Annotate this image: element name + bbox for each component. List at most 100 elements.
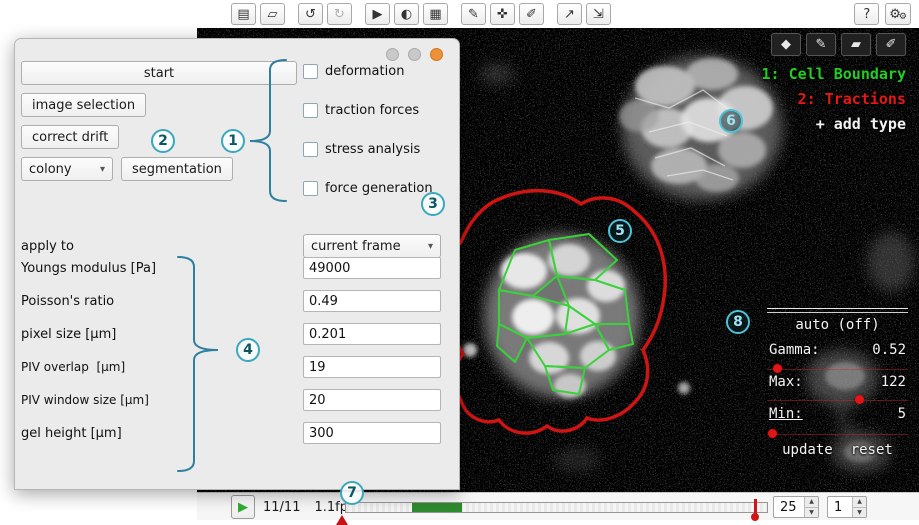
gamma-slider-handle[interactable] [773, 364, 782, 373]
annotation-badge-2: 2 [151, 129, 175, 153]
redo-icon: ↻ [334, 7, 345, 22]
annotation-badge-8: 8 [726, 310, 750, 334]
reset-button[interactable]: reset [851, 442, 893, 458]
contrast-button[interactable]: ◐ [394, 3, 419, 25]
play-icon: ▶ [238, 500, 248, 515]
pencil-square-icon: ✎ [468, 7, 479, 22]
eraser-tool-icon: ▰ [851, 37, 861, 52]
gel-height-label: gel height [µm] [21, 426, 122, 441]
correct-drift-button[interactable]: correct drift [21, 125, 119, 149]
colony-select[interactable]: colony ▾ [21, 157, 113, 181]
type-tractions[interactable]: 2: Tractions [762, 87, 907, 112]
traction-forces-checkbox[interactable] [303, 103, 318, 118]
move-button[interactable]: ✜ [490, 3, 515, 25]
spinner-down-icon[interactable]: ▼ [805, 508, 818, 518]
export-button[interactable]: ↗ [557, 3, 582, 25]
annotate-button[interactable]: ✎ [461, 3, 486, 25]
pencil-tool-button[interactable]: ✎ [806, 33, 836, 56]
piv-window-size-label: PIV window size [µm] [21, 393, 149, 407]
play-icon: ▶ [373, 7, 383, 22]
gear-small-icon: ⚙ [899, 12, 907, 22]
timeline-current-frame-marker[interactable] [336, 515, 348, 525]
annotation-badge-1: 1 [221, 129, 245, 153]
youngs-modulus-label: Youngs modulus [Pa] [21, 261, 156, 276]
main-toolbar: ▤ ▱ ↺ ↻ ▶ ◐ ▦ ✎ ✜ ✐ ↗ ⇲ [231, 3, 611, 25]
play-button[interactable]: ▶ [231, 495, 255, 519]
chevron-down-icon: ▾ [428, 241, 433, 252]
deformation-checkbox[interactable] [303, 64, 318, 79]
min-slider-handle[interactable] [768, 429, 777, 438]
app-window: ◆ ✎ ▰ ✐ 1: Cell Boundary 2: Tractions + … [0, 0, 919, 520]
annotation-badge-7: 7 [340, 481, 364, 505]
open-folder-icon: ▱ [268, 7, 278, 22]
spinner-up-icon[interactable]: ▲ [805, 497, 818, 508]
poissons-ratio-input[interactable] [303, 290, 441, 312]
max-slider-handle[interactable] [855, 395, 864, 404]
frame-rate-spinbox: 25 ▲ ▼ [773, 496, 819, 518]
gel-height-input[interactable] [303, 422, 441, 444]
display-adjust-panel: auto (off) Gamma: 0.52 Max: 122 Min: 5 u… [767, 308, 908, 460]
checkbox-row-stress-analysis: stress analysis [303, 141, 420, 157]
stress-analysis-checkbox[interactable] [303, 142, 318, 157]
grid-icon: ▦ [429, 7, 441, 22]
spinner-down-icon[interactable]: ▼ [853, 508, 866, 518]
pixel-size-label: pixel size [µm] [21, 327, 116, 342]
spinner-up-icon[interactable]: ▲ [853, 497, 866, 508]
deformation-label: deformation [325, 64, 404, 79]
apply-to-select[interactable]: current frame ▾ [303, 234, 441, 258]
piv-overlap-label: PIV overlap [µm] [21, 360, 125, 374]
gamma-value: 0.52 [872, 342, 906, 358]
move-icon: ✜ [497, 7, 508, 22]
undo-button[interactable]: ↺ [298, 3, 323, 25]
eraser-tool-button[interactable]: ▰ [841, 33, 871, 56]
mask-toolbar: ◆ ✎ ▰ ✐ [771, 33, 906, 56]
save-icon: ▤ [237, 7, 249, 22]
close-button[interactable] [430, 48, 443, 61]
frame-rate-value[interactable]: 25 [774, 497, 804, 517]
frame-counter: 11/11 [263, 500, 300, 515]
open-button[interactable]: ▱ [260, 3, 285, 25]
piv-overlap-input[interactable] [303, 356, 441, 378]
chevron-down-icon: ▾ [100, 164, 105, 175]
play-toolbar-button[interactable]: ▶ [365, 3, 390, 25]
annotation-badge-4: 4 [236, 338, 260, 362]
colony-select-value: colony [29, 162, 72, 177]
start-button[interactable]: start [21, 61, 297, 85]
auto-toggle[interactable]: auto (off) [767, 317, 908, 333]
pixel-size-input[interactable] [303, 323, 441, 345]
export-icon: ↗ [564, 7, 575, 22]
toolbar-right-group: ? ⚙⚙ [854, 3, 911, 25]
frame-step-value[interactable]: 1 [828, 497, 852, 517]
maximize-button[interactable] [408, 48, 421, 61]
contrast-icon: ◐ [401, 7, 412, 22]
save-button[interactable]: ▤ [231, 3, 256, 25]
apply-to-label: apply to [21, 239, 74, 254]
min-label: Min: [769, 406, 803, 422]
gamma-label: Gamma: [769, 342, 820, 358]
force-generation-label: force generation [325, 181, 433, 196]
brush-button[interactable]: ✐ [519, 3, 544, 25]
max-value: 122 [881, 374, 906, 390]
add-type-button[interactable]: + add type [762, 112, 907, 137]
image-selection-button[interactable]: image selection [21, 93, 146, 117]
brush-tool-button[interactable]: ✐ [876, 33, 906, 56]
help-button[interactable]: ? [854, 3, 879, 25]
redo-button[interactable]: ↻ [327, 3, 352, 25]
fill-tool-icon: ◆ [781, 37, 791, 52]
grid-button[interactable]: ▦ [423, 3, 448, 25]
youngs-modulus-input[interactable] [303, 257, 441, 279]
update-button[interactable]: update [782, 442, 833, 458]
force-generation-checkbox[interactable] [303, 181, 318, 196]
timeline-slider[interactable] [345, 502, 768, 513]
minimize-button[interactable] [386, 48, 399, 61]
checkbox-row-deformation: deformation [303, 63, 404, 79]
type-cell-boundary[interactable]: 1: Cell Boundary [762, 62, 907, 87]
settings-button[interactable]: ⚙⚙ [885, 3, 911, 25]
fill-tool-button[interactable]: ◆ [771, 33, 801, 56]
checkbox-row-traction-forces: traction forces [303, 102, 419, 118]
timeline-end-handle[interactable] [754, 499, 757, 516]
piv-window-size-input[interactable] [303, 389, 441, 411]
segmentation-button[interactable]: segmentation [121, 157, 233, 181]
annotation-badge-5: 5 [608, 219, 632, 243]
fit-view-button[interactable]: ⇲ [586, 3, 611, 25]
